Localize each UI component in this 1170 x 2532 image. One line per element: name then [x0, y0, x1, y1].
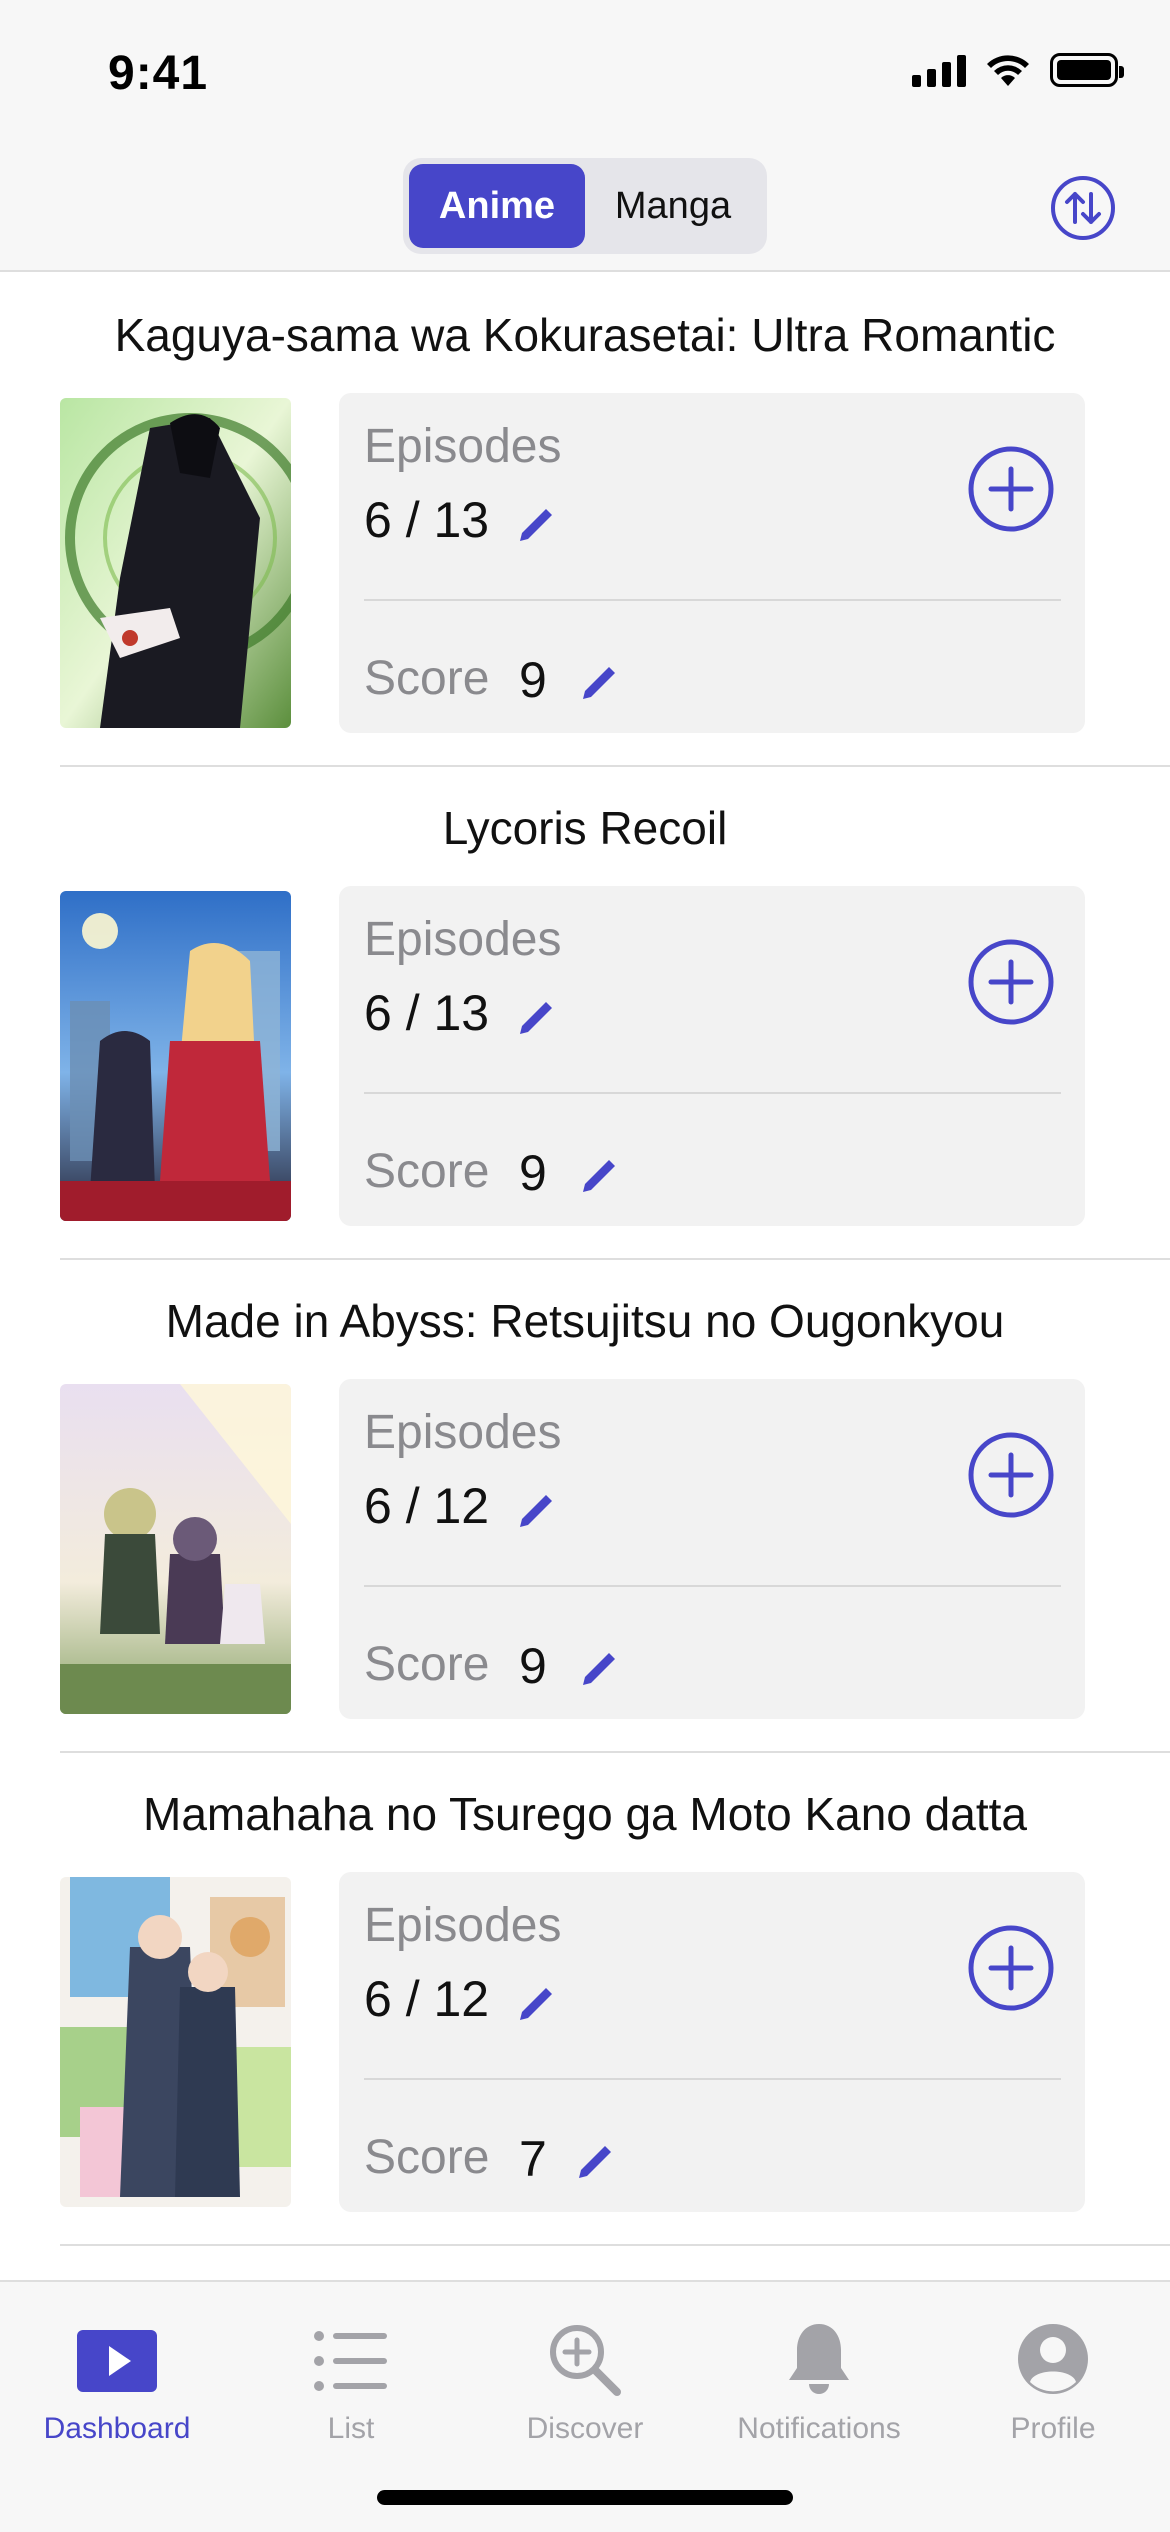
bell-icon — [789, 2324, 849, 2394]
tab-dashboard[interactable]: Dashboard — [0, 2304, 234, 2454]
tab-discover[interactable]: Discover — [468, 2304, 702, 2454]
score-value: 9 — [519, 652, 547, 708]
score-value: 7 — [519, 2131, 547, 2187]
score-label: Score — [364, 1638, 490, 1691]
entry-title[interactable]: Mamahaha no Tsurego ga Moto Kano datta — [0, 1787, 1170, 1841]
list-icon — [314, 2331, 387, 2391]
score-value: 9 — [519, 1145, 547, 1201]
episodes-value: 6 / 12 — [364, 1478, 490, 1534]
tab-label: Profile — [1010, 2412, 1096, 2445]
list-item: Mamahaha no Tsurego ga Moto Kano datta E… — [0, 1753, 1170, 2246]
edit-score-pencil-icon[interactable] — [577, 1647, 621, 1691]
status-time: 9:41 — [108, 47, 209, 100]
episodes-label: Episodes — [364, 420, 562, 473]
status-icons — [912, 52, 1124, 88]
episodes-label: Episodes — [364, 913, 562, 966]
magnifier-plus-icon — [550, 2325, 621, 2396]
edit-episodes-pencil-icon[interactable] — [514, 503, 558, 547]
wifi-icon — [987, 55, 1029, 86]
segment-manga[interactable]: Manga — [585, 164, 761, 248]
panel-divider — [364, 599, 1061, 601]
increment-episode-plus-icon[interactable] — [967, 938, 1055, 1026]
score-label: Score — [364, 652, 490, 705]
cover-image[interactable] — [60, 891, 291, 1221]
increment-episode-plus-icon[interactable] — [967, 445, 1055, 533]
increment-episode-plus-icon[interactable] — [967, 1924, 1055, 2012]
progress-panel: Episodes 6 / 12 Score 9 — [339, 1379, 1085, 1719]
episodes-value: 6 / 13 — [364, 492, 490, 548]
cellular-signal-icon — [912, 53, 966, 87]
home-indicator — [377, 2490, 793, 2505]
episodes-label: Episodes — [364, 1899, 562, 1952]
sort-arrows-icon[interactable] — [1049, 174, 1117, 242]
tab-label: List — [327, 2412, 375, 2445]
tab-label: Notifications — [737, 2412, 901, 2445]
panel-divider — [364, 1585, 1061, 1587]
cover-image[interactable] — [60, 398, 291, 728]
edit-episodes-pencil-icon[interactable] — [514, 996, 558, 1040]
episodes-value: 6 / 13 — [364, 985, 490, 1041]
increment-episode-plus-icon[interactable] — [967, 1431, 1055, 1519]
tab-profile[interactable]: Profile — [936, 2304, 1170, 2454]
row-divider — [60, 2244, 1170, 2246]
progress-panel: Episodes 6 / 13 Score 9 — [339, 393, 1085, 733]
cover-image[interactable] — [60, 1384, 291, 1714]
tab-label: Discover — [526, 2412, 644, 2445]
list-item: Kaguya-sama wa Kokurasetai: Ultra Romant… — [0, 274, 1170, 767]
battery-icon — [1050, 53, 1124, 87]
progress-panel: Episodes 6 / 12 Score 7 — [339, 1872, 1085, 2212]
entry-title[interactable]: Made in Abyss: Retsujitsu no Ougonkyou — [0, 1294, 1170, 1348]
person-circle-icon — [1018, 2324, 1088, 2394]
segment-anime[interactable]: Anime — [409, 164, 585, 248]
score-label: Score — [364, 2131, 490, 2184]
media-type-segmented-control: Anime Manga — [403, 158, 767, 254]
episodes-label: Episodes — [364, 1406, 562, 1459]
edit-score-pencil-icon[interactable] — [577, 1154, 621, 1198]
entry-title[interactable]: Lycoris Recoil — [0, 801, 1170, 855]
score-label: Score — [364, 1145, 490, 1198]
episodes-value: 6 / 12 — [364, 1971, 490, 2027]
panel-divider — [364, 2078, 1061, 2080]
list-item: Made in Abyss: Retsujitsu no Ougonkyou E… — [0, 1260, 1170, 1753]
cover-image[interactable] — [60, 1877, 291, 2207]
list-item: Lycoris Recoil Episodes 6 / 13 Score 9 — [0, 767, 1170, 1260]
panel-divider — [364, 1092, 1061, 1094]
anime-list: Kaguya-sama wa Kokurasetai: Ultra Romant… — [0, 274, 1170, 2246]
progress-panel: Episodes 6 / 13 Score 9 — [339, 886, 1085, 1226]
play-icon — [77, 2330, 157, 2392]
tab-label: Dashboard — [43, 2412, 191, 2445]
edit-score-pencil-icon[interactable] — [577, 661, 621, 705]
edit-episodes-pencil-icon[interactable] — [514, 1982, 558, 2026]
tab-list[interactable]: List — [234, 2304, 468, 2454]
tab-notifications[interactable]: Notifications — [702, 2304, 936, 2454]
edit-episodes-pencil-icon[interactable] — [514, 1489, 558, 1533]
top-bar: 9:41 Anime Manga — [0, 0, 1170, 272]
edit-score-pencil-icon[interactable] — [573, 2140, 617, 2184]
entry-title[interactable]: Kaguya-sama wa Kokurasetai: Ultra Romant… — [0, 308, 1170, 362]
score-value: 9 — [519, 1638, 547, 1694]
